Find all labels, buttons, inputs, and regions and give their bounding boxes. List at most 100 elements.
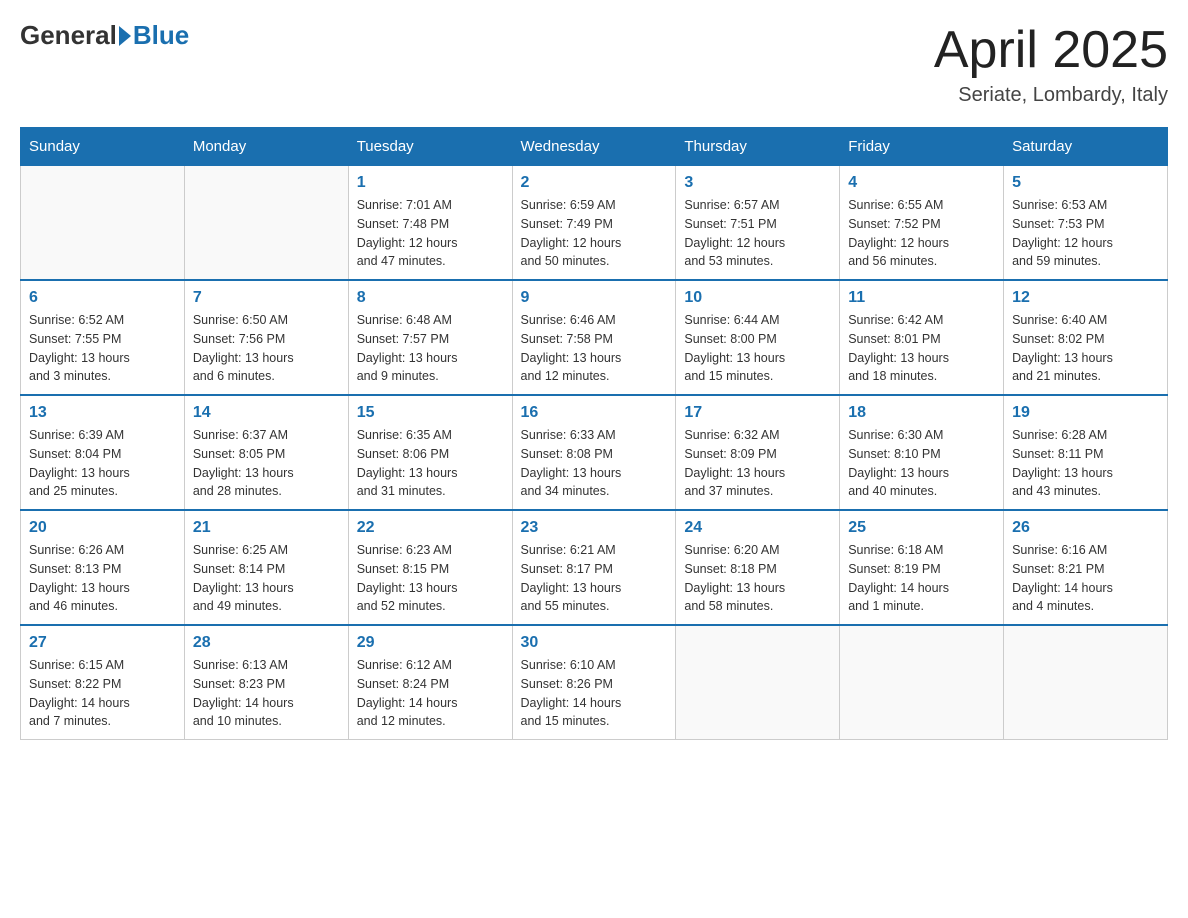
day-number: 7 <box>193 289 340 307</box>
day-info: Sunrise: 6:20 AM Sunset: 8:18 PM Dayligh… <box>684 541 831 616</box>
calendar-cell: 21 Sunrise: 6:25 AM Sunset: 8:14 PM Dayli… <box>184 510 348 625</box>
day-number: 28 <box>193 634 340 652</box>
calendar-cell: 20Sunrise: 6:26 AM Sunset: 8:13 PM Dayli… <box>21 510 185 625</box>
calendar-week-1: 1 Sunrise: 7:01 AM Sunset: 7:48 PM Daylig… <box>21 166 1168 281</box>
header-sunday: Sunday <box>21 128 185 166</box>
day-number: 24 <box>684 519 831 537</box>
day-info: Sunrise: 6:35 AM Sunset: 8:06 PM Dayligh… <box>357 426 504 501</box>
calendar-cell: 28 Sunrise: 6:13 AM Sunset: 8:23 PM Dayli… <box>184 625 348 740</box>
day-number: 20 <box>29 519 176 537</box>
day-number: 23 <box>521 519 668 537</box>
day-number: 25 <box>848 519 995 537</box>
day-number: 17 <box>684 404 831 422</box>
calendar-week-4: 20Sunrise: 6:26 AM Sunset: 8:13 PM Dayli… <box>21 510 1168 625</box>
day-info: Sunrise: 6:30 AM Sunset: 8:10 PM Dayligh… <box>848 426 995 501</box>
day-number: 21 <box>193 519 340 537</box>
calendar-cell: 4 Sunrise: 6:55 AM Sunset: 7:52 PM Daylig… <box>840 166 1004 281</box>
weekday-header-row: Sunday Monday Tuesday Wednesday Thursday… <box>21 128 1168 166</box>
calendar-cell: 24 Sunrise: 6:20 AM Sunset: 8:18 PM Dayli… <box>676 510 840 625</box>
day-info: Sunrise: 6:55 AM Sunset: 7:52 PM Dayligh… <box>848 196 995 271</box>
day-number: 19 <box>1012 404 1159 422</box>
day-info: Sunrise: 6:12 AM Sunset: 8:24 PM Dayligh… <box>357 656 504 731</box>
day-info: Sunrise: 6:21 AM Sunset: 8:17 PM Dayligh… <box>521 541 668 616</box>
calendar-cell <box>1004 625 1168 740</box>
day-info: Sunrise: 6:59 AM Sunset: 7:49 PM Dayligh… <box>521 196 668 271</box>
day-number: 13 <box>29 404 176 422</box>
calendar-cell <box>676 625 840 740</box>
day-info: Sunrise: 6:10 AM Sunset: 8:26 PM Dayligh… <box>521 656 668 731</box>
calendar-cell: 12Sunrise: 6:40 AM Sunset: 8:02 PM Dayli… <box>1004 280 1168 395</box>
day-number: 11 <box>848 289 995 307</box>
day-info: Sunrise: 6:42 AM Sunset: 8:01 PM Dayligh… <box>848 311 995 386</box>
day-number: 10 <box>684 289 831 307</box>
day-info: Sunrise: 6:15 AM Sunset: 8:22 PM Dayligh… <box>29 656 176 731</box>
calendar-week-2: 6 Sunrise: 6:52 AM Sunset: 7:55 PM Daylig… <box>21 280 1168 395</box>
day-info: Sunrise: 6:52 AM Sunset: 7:55 PM Dayligh… <box>29 311 176 386</box>
day-number: 30 <box>521 634 668 652</box>
day-info: Sunrise: 6:57 AM Sunset: 7:51 PM Dayligh… <box>684 196 831 271</box>
day-number: 8 <box>357 289 504 307</box>
day-number: 27 <box>29 634 176 652</box>
day-info: Sunrise: 6:39 AM Sunset: 8:04 PM Dayligh… <box>29 426 176 501</box>
day-info: Sunrise: 6:40 AM Sunset: 8:02 PM Dayligh… <box>1012 311 1159 386</box>
calendar-cell: 15Sunrise: 6:35 AM Sunset: 8:06 PM Dayli… <box>348 395 512 510</box>
logo: General Blue <box>20 20 189 51</box>
header-friday: Friday <box>840 128 1004 166</box>
day-info: Sunrise: 6:25 AM Sunset: 8:14 PM Dayligh… <box>193 541 340 616</box>
day-number: 1 <box>357 174 504 192</box>
calendar-cell <box>184 166 348 281</box>
day-number: 22 <box>357 519 504 537</box>
calendar-cell: 9 Sunrise: 6:46 AM Sunset: 7:58 PM Daylig… <box>512 280 676 395</box>
calendar-cell: 5Sunrise: 6:53 AM Sunset: 7:53 PM Daylig… <box>1004 166 1168 281</box>
calendar-cell: 23 Sunrise: 6:21 AM Sunset: 8:17 PM Dayli… <box>512 510 676 625</box>
logo-general-text: General <box>20 20 117 51</box>
calendar-cell: 17 Sunrise: 6:32 AM Sunset: 8:09 PM Dayli… <box>676 395 840 510</box>
calendar-cell: 26 Sunrise: 6:16 AM Sunset: 8:21 PM Dayli… <box>1004 510 1168 625</box>
calendar-cell: 2 Sunrise: 6:59 AM Sunset: 7:49 PM Daylig… <box>512 166 676 281</box>
day-info: Sunrise: 6:33 AM Sunset: 8:08 PM Dayligh… <box>521 426 668 501</box>
location-title: Seriate, Lombardy, Italy <box>934 84 1168 107</box>
day-info: Sunrise: 6:28 AM Sunset: 8:11 PM Dayligh… <box>1012 426 1159 501</box>
day-info: Sunrise: 6:23 AM Sunset: 8:15 PM Dayligh… <box>357 541 504 616</box>
day-number: 9 <box>521 289 668 307</box>
calendar-week-5: 27 Sunrise: 6:15 AM Sunset: 8:22 PM Dayli… <box>21 625 1168 740</box>
day-info: Sunrise: 6:48 AM Sunset: 7:57 PM Dayligh… <box>357 311 504 386</box>
calendar-table: Sunday Monday Tuesday Wednesday Thursday… <box>20 127 1168 740</box>
day-number: 3 <box>684 174 831 192</box>
header-saturday: Saturday <box>1004 128 1168 166</box>
day-info: Sunrise: 6:16 AM Sunset: 8:21 PM Dayligh… <box>1012 541 1159 616</box>
day-info: Sunrise: 6:18 AM Sunset: 8:19 PM Dayligh… <box>848 541 995 616</box>
day-number: 4 <box>848 174 995 192</box>
calendar-cell: 11 Sunrise: 6:42 AM Sunset: 8:01 PM Dayli… <box>840 280 1004 395</box>
day-info: Sunrise: 6:13 AM Sunset: 8:23 PM Dayligh… <box>193 656 340 731</box>
day-info: Sunrise: 6:46 AM Sunset: 7:58 PM Dayligh… <box>521 311 668 386</box>
logo-blue-text: Blue <box>133 20 189 51</box>
day-number: 2 <box>521 174 668 192</box>
calendar-cell: 13 Sunrise: 6:39 AM Sunset: 8:04 PM Dayli… <box>21 395 185 510</box>
day-number: 16 <box>521 404 668 422</box>
calendar-week-3: 13 Sunrise: 6:39 AM Sunset: 8:04 PM Dayli… <box>21 395 1168 510</box>
title-area: April 2025 Seriate, Lombardy, Italy <box>934 20 1168 107</box>
day-number: 14 <box>193 404 340 422</box>
calendar-cell <box>840 625 1004 740</box>
calendar-cell: 8 Sunrise: 6:48 AM Sunset: 7:57 PM Daylig… <box>348 280 512 395</box>
page-header: General Blue April 2025 Seriate, Lombard… <box>20 20 1168 107</box>
calendar-cell <box>21 166 185 281</box>
day-info: Sunrise: 7:01 AM Sunset: 7:48 PM Dayligh… <box>357 196 504 271</box>
calendar-cell: 10Sunrise: 6:44 AM Sunset: 8:00 PM Dayli… <box>676 280 840 395</box>
day-number: 5 <box>1012 174 1159 192</box>
calendar-cell: 1 Sunrise: 7:01 AM Sunset: 7:48 PM Daylig… <box>348 166 512 281</box>
day-info: Sunrise: 6:32 AM Sunset: 8:09 PM Dayligh… <box>684 426 831 501</box>
header-thursday: Thursday <box>676 128 840 166</box>
day-info: Sunrise: 6:37 AM Sunset: 8:05 PM Dayligh… <box>193 426 340 501</box>
calendar-cell: 3 Sunrise: 6:57 AM Sunset: 7:51 PM Daylig… <box>676 166 840 281</box>
day-number: 6 <box>29 289 176 307</box>
calendar-cell: 18Sunrise: 6:30 AM Sunset: 8:10 PM Dayli… <box>840 395 1004 510</box>
header-tuesday: Tuesday <box>348 128 512 166</box>
day-number: 26 <box>1012 519 1159 537</box>
calendar-cell: 30 Sunrise: 6:10 AM Sunset: 8:26 PM Dayli… <box>512 625 676 740</box>
day-number: 29 <box>357 634 504 652</box>
calendar-cell: 6 Sunrise: 6:52 AM Sunset: 7:55 PM Daylig… <box>21 280 185 395</box>
month-title: April 2025 <box>934 20 1168 80</box>
calendar-cell: 27 Sunrise: 6:15 AM Sunset: 8:22 PM Dayli… <box>21 625 185 740</box>
